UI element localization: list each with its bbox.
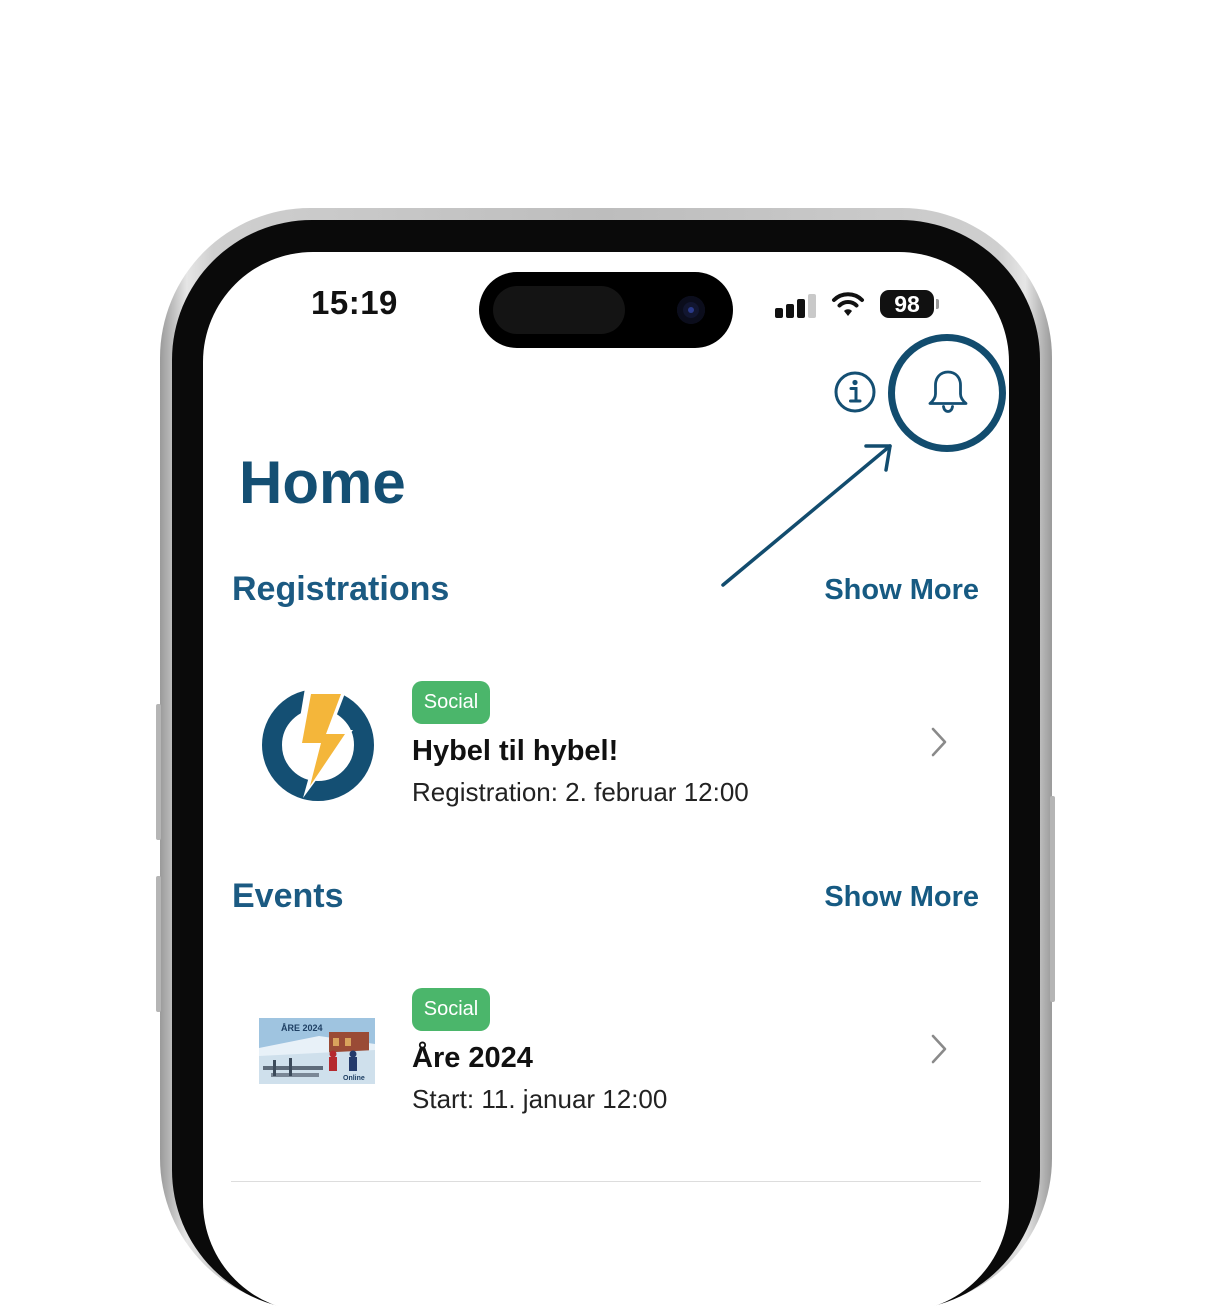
category-badge: Social: [412, 681, 490, 724]
item-subtitle: Registration: 2. februar 12:00: [412, 777, 749, 807]
dynamic-island: [479, 272, 733, 348]
phone-side-button: [156, 704, 161, 840]
front-camera-icon: [677, 296, 705, 324]
battery-indicator: 98: [880, 290, 934, 318]
highlight-ring: [888, 334, 1006, 452]
events-section-title: Events: [232, 877, 344, 915]
thumbnail-tag: Online: [343, 1075, 365, 1082]
cellular-signal-icon: [775, 292, 819, 318]
events-show-more-button[interactable]: Show More: [824, 881, 979, 914]
battery-tip: [936, 299, 939, 309]
thumbnail-title: ÅRE 2024: [281, 1023, 323, 1033]
wifi-icon: [832, 292, 864, 316]
list-divider: [231, 1181, 981, 1182]
registrations-section-title: Registrations: [232, 570, 450, 608]
item-title: Åre 2024: [412, 1042, 533, 1074]
info-icon[interactable]: [833, 370, 877, 414]
item-title: Hybel til hybel!: [412, 735, 619, 767]
lightning-power-logo-icon: [262, 688, 374, 801]
page-title: Home: [239, 449, 406, 516]
registrations-show-more-button[interactable]: Show More: [824, 574, 979, 607]
item-subtitle: Start: 11. januar 12:00: [412, 1084, 668, 1114]
chevron-right-icon: [931, 1034, 947, 1064]
island-sensor: [493, 286, 625, 334]
registration-list-item[interactable]: Social Hybel til hybel! Registration: 2.…: [203, 681, 1009, 831]
event-thumbnail-image: ÅRE 2024 Online: [259, 1018, 375, 1084]
category-badge: Social: [412, 988, 490, 1031]
phone-side-button: [156, 876, 161, 1012]
status-time: 15:19: [311, 284, 398, 321]
chevron-right-icon: [931, 727, 947, 757]
event-list-item[interactable]: ÅRE 2024 Online Social Åre 2024 Start: 1…: [203, 988, 1009, 1138]
phone-screen: 15:19 98 Home Registrations Show More So…: [203, 252, 1009, 1312]
phone-power-button: [1050, 796, 1055, 1002]
